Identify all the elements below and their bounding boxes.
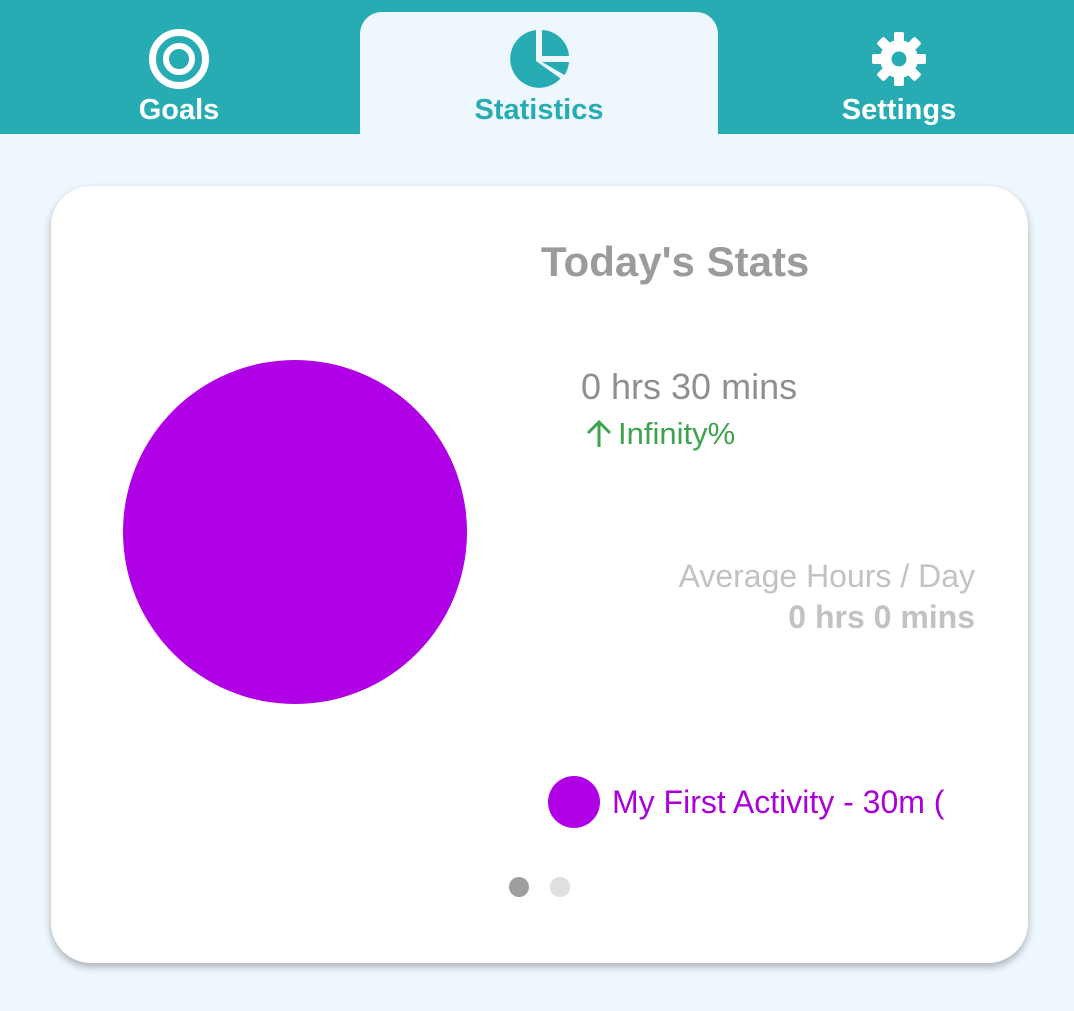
legend-color-swatch [548,776,600,828]
tab-goals-label: Goals [138,94,220,126]
activity-pie-chart [123,360,467,704]
stats-title: Today's Stats [541,238,810,285]
today-total-time: 0 hrs 30 mins [581,366,798,407]
target-icon [149,29,209,89]
tab-settings[interactable]: Settings [720,12,1074,134]
stats-card[interactable]: Today's Stats 0 hrs 30 mins Infinity% Av… [51,186,1028,963]
tab-settings-label: Settings [841,94,957,126]
change-percent: Infinity% [618,416,736,451]
page-dot-1[interactable] [509,877,529,897]
legend-label: My First Activity - 30m ( [612,783,945,820]
change-indicator: Infinity% [584,416,735,452]
arrow-up-icon [586,419,612,447]
tab-statistics[interactable]: Statistics [360,12,718,134]
average-value: 0 hrs 0 mins [788,599,975,635]
page-dot-2[interactable] [550,877,570,897]
legend-item: My First Activity - 30m ( [548,776,976,828]
gear-icon [872,32,926,86]
pie-chart-icon [510,30,569,88]
navigation-bar: Goals Statistics Settings [0,0,1074,134]
tab-statistics-label: Statistics [474,94,604,126]
average-label: Average Hours / Day [678,558,975,594]
pie-slice-1 [123,360,467,704]
tab-goals[interactable]: Goals [0,12,358,134]
page-indicator [509,877,591,897]
